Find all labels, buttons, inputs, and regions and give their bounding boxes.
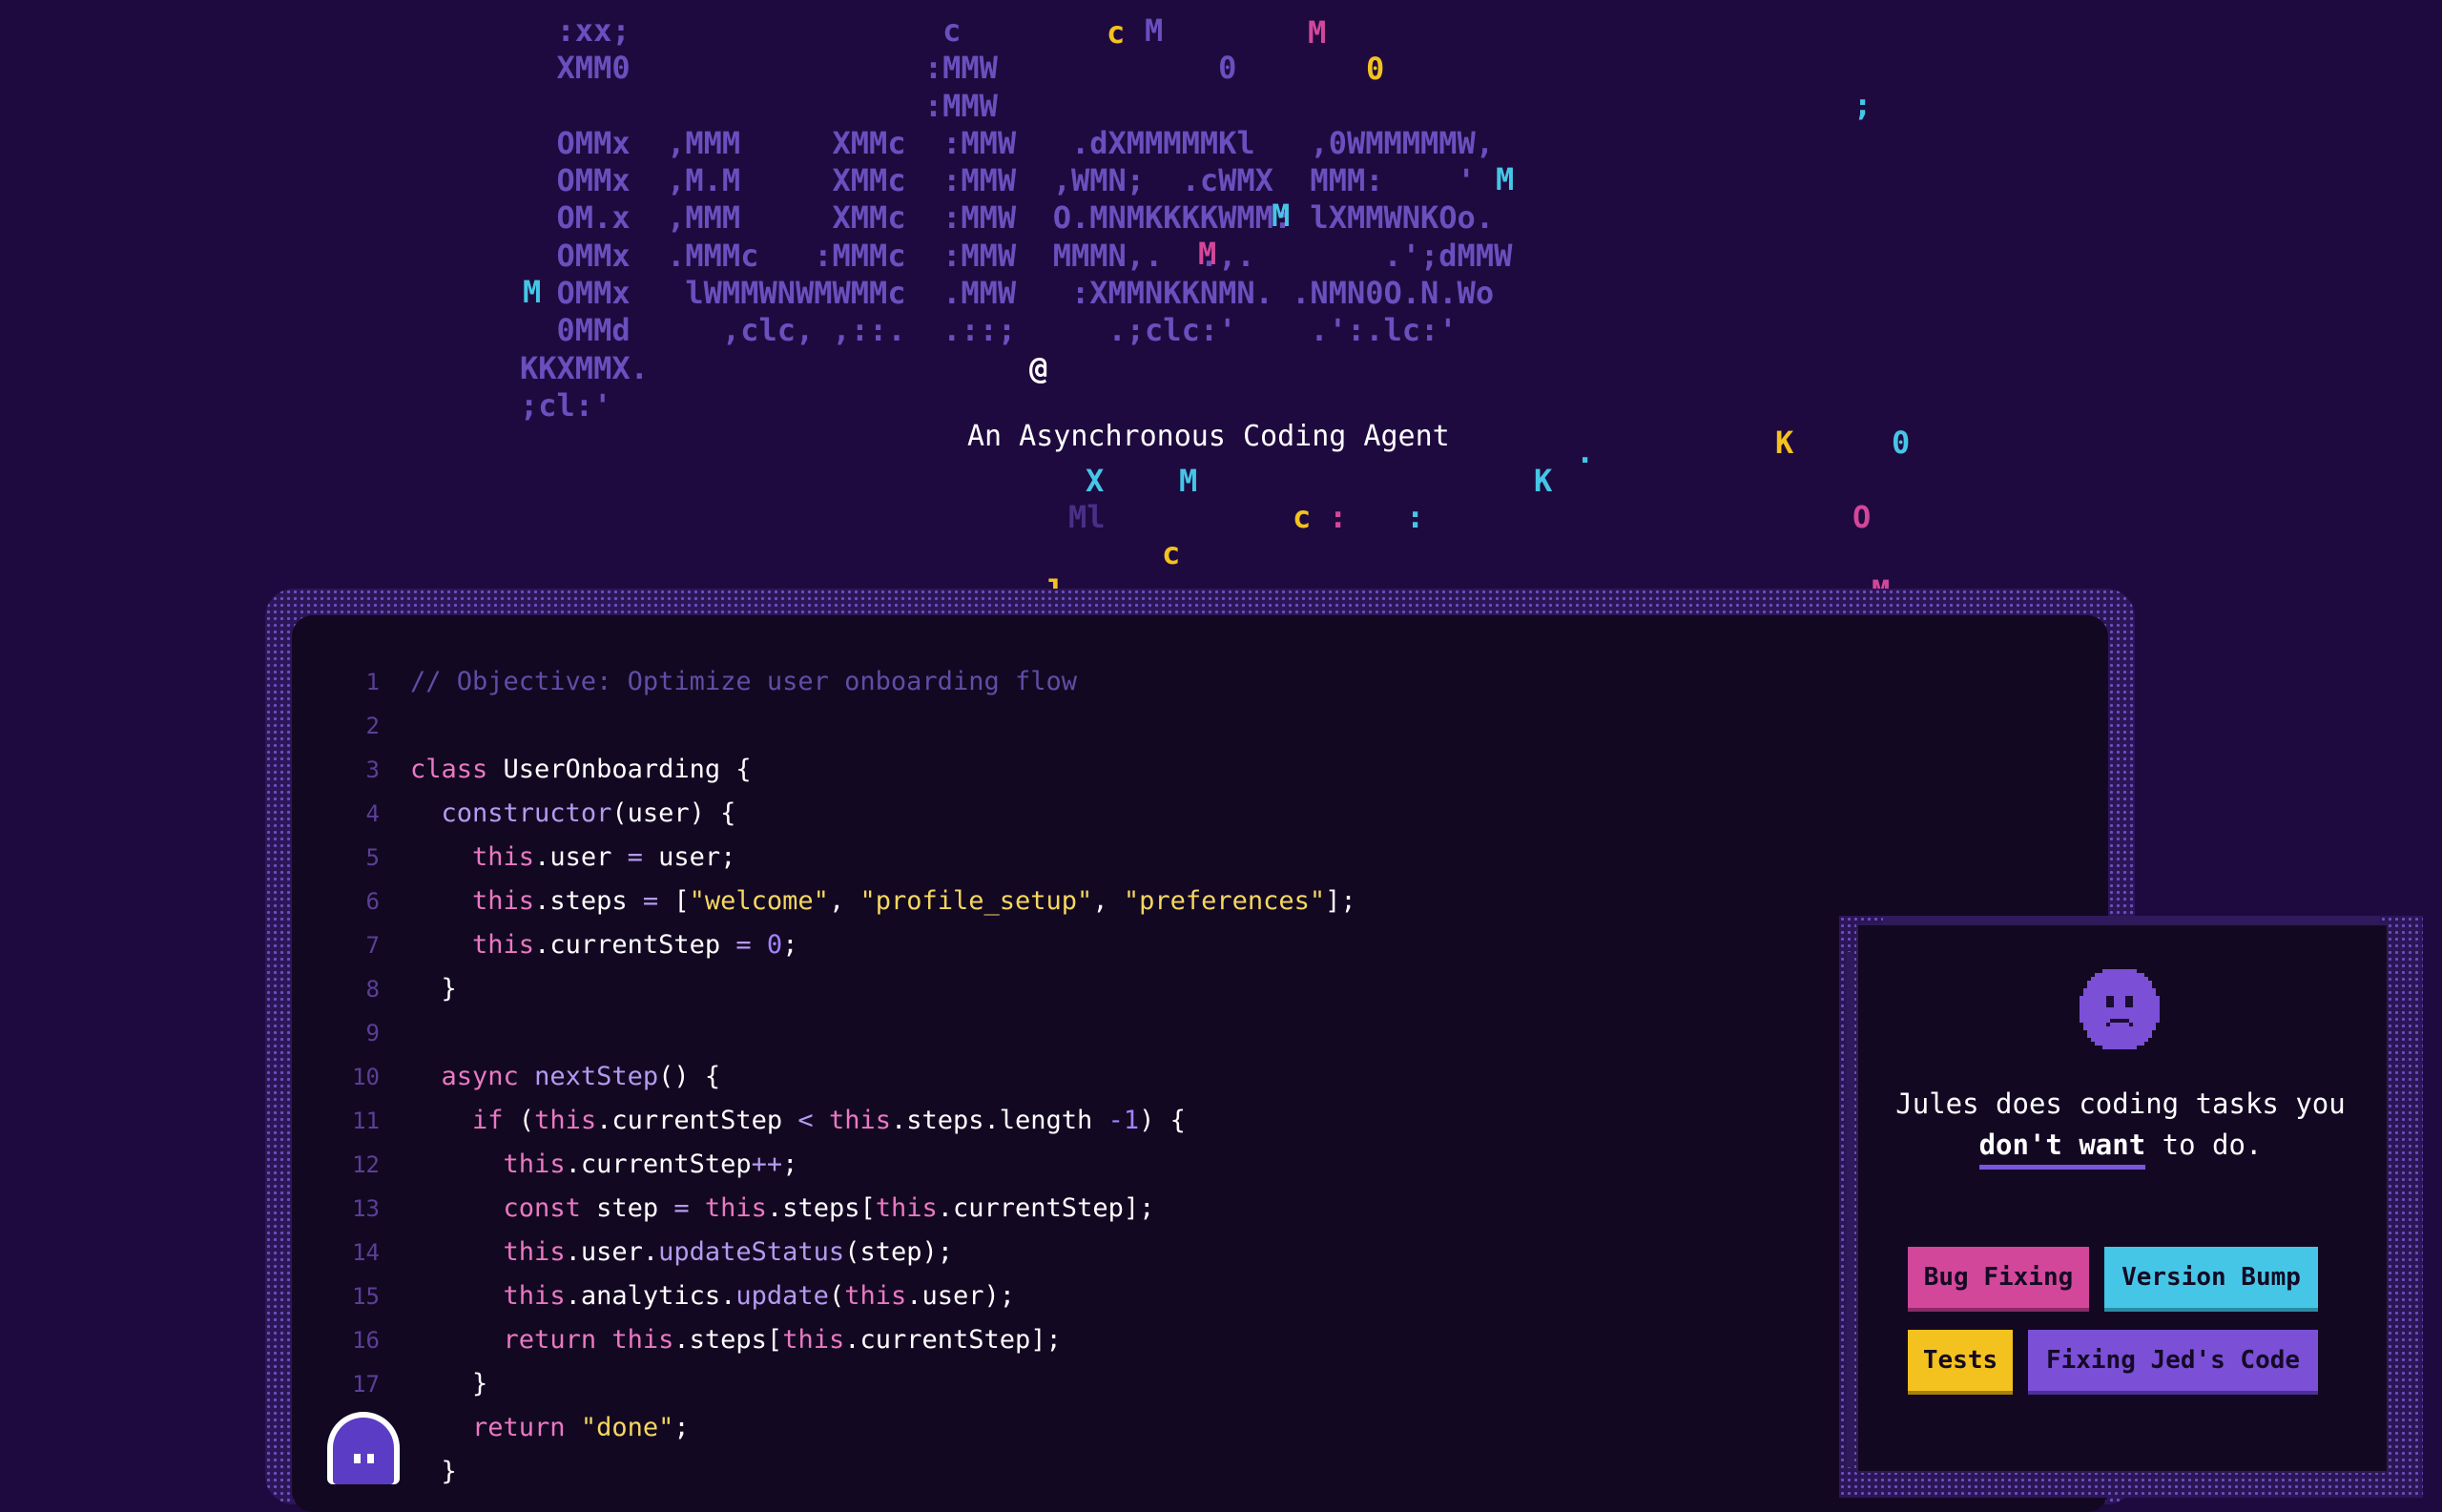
code-line: 5 this.user = user; [343,836,1356,880]
code-text: } [410,1369,488,1398]
line-number: 6 [365,888,380,915]
code-content: 1 // Objective: Optimize user onboarding … [343,660,1356,1494]
code-line: 12 this.currentStep++; [343,1143,1356,1187]
card-message: Jules does coding tasks you don't want t… [1870,1084,2371,1170]
floating-glyph: ; [1853,87,1873,123]
code-line: 3 class UserOnboarding { [343,748,1356,792]
code-text: } [410,1457,457,1486]
card-message-start: Jules does coding tasks you [1895,1087,2346,1120]
code-line: 17 } [343,1362,1356,1406]
floating-glyph: M [523,274,542,310]
line-number: 13 [352,1195,380,1222]
floating-glyph: @ [1029,350,1048,386]
line-number: 7 [365,932,380,959]
code-text: return this.steps[this.currentStep]; [503,1325,1062,1355]
floating-glyph: : [1329,499,1348,535]
floating-glyph: 0 [1366,51,1385,87]
code-text: this.user = user; [472,842,736,872]
code-text: } [410,974,457,1004]
code-text: this.steps = ["welcome", "profile_setup"… [472,886,1356,916]
tag-version-bump[interactable]: Version Bump [2104,1247,2318,1312]
floating-glyph: 0 [1892,425,1911,461]
floating-glyph: K [1534,463,1553,499]
line-number: 3 [365,756,380,783]
floating-glyph: M [1272,197,1291,234]
floating-glyph: M [1496,161,1515,197]
line-number: 14 [352,1239,380,1266]
code-text: this.user.updateStatus(step); [503,1237,953,1267]
code-line: 16 return this.steps[this.currentStep]; [343,1318,1356,1362]
code-line: 2 [343,704,1356,748]
code-text: class UserOnboarding { [410,755,752,784]
line-number: 4 [365,800,380,827]
code-text: constructor(user) { [441,798,736,828]
tag-fixing-jeds-code[interactable]: Fixing Jed's Code [2028,1330,2318,1395]
line-number: 12 [352,1151,380,1178]
code-text: async nextStep() { [441,1062,721,1091]
line-number: 9 [365,1020,380,1046]
tagline: An Asynchronous Coding Agent [967,420,1450,453]
line-number: 8 [365,976,380,1003]
code-line: 9 [343,1011,1356,1055]
line-number: 5 [365,844,380,871]
jules-avatar-icon [327,1412,400,1484]
floating-glyph: c [1107,14,1126,51]
line-number: 11 [352,1108,380,1134]
floating-glyph: M [1179,463,1198,499]
code-line: } [343,1450,1356,1494]
floating-glyph: K [1775,425,1794,461]
code-line: return "done"; [343,1406,1356,1450]
floating-glyph: O [1852,499,1872,535]
code-text: const step = this.steps[this.currentStep… [503,1193,1155,1223]
floating-glyph: Ml [1068,499,1106,535]
code-line: 8 } [343,967,1356,1011]
card-message-end: to do. [2145,1129,2263,1161]
line-number: 16 [352,1327,380,1354]
code-line: 1 // Objective: Optimize user onboarding … [343,660,1356,704]
tag-bug-fixing[interactable]: Bug Fixing [1908,1247,2089,1312]
card-top-edge [1883,916,2379,923]
line-number: 1 [365,669,380,695]
tag-tests[interactable]: Tests [1908,1330,2013,1395]
card-message-emphasis: don't want [1978,1129,2146,1170]
floating-glyph: M [1308,14,1327,51]
code-line: 14 this.user.updateStatus(step); [343,1231,1356,1274]
code-text: this.currentStep++; [503,1150,798,1179]
floating-glyph: c [1293,499,1312,535]
code-line: 4 constructor(user) { [343,792,1356,836]
code-line: 10 async nextStep() { [343,1055,1356,1099]
card-left-edge [1847,952,1854,1467]
code-line: 6 this.steps = ["welcome", "profile_setu… [343,880,1356,923]
code-line: 7 this.currentStep = 0; [343,923,1356,967]
line-number: 2 [365,713,380,739]
code-text: this.currentStep = 0; [472,930,798,960]
code-text: if (this.currentStep < this.steps.length… [472,1106,1186,1135]
floating-glyph: . [1576,434,1595,470]
code-text: this.analytics.update(this.user); [503,1281,1016,1311]
floating-glyph: X [1086,463,1105,499]
floating-glyph: M [1198,236,1217,272]
sad-face-icon [2080,969,2160,1049]
ascii-logo-text: :xx; c M XMM0 :MMW 0 :MMW OMMx ,MMM XMMc… [520,12,1513,424]
code-line: 11 if (this.currentStep < this.steps.len… [343,1099,1356,1143]
line-number: 10 [352,1064,380,1090]
floating-glyph: c [1162,535,1181,571]
code-line: 13 const step = this.steps[this.currentS… [343,1187,1356,1231]
floating-glyph: : [1406,499,1425,535]
code-line: 15 this.analytics.update(this.user); [343,1274,1356,1318]
code-text: return "done"; [472,1413,690,1442]
line-number: 15 [352,1283,380,1310]
code-text: // Objective: Optimize user onboarding f… [410,667,1077,696]
line-number: 17 [352,1371,380,1398]
